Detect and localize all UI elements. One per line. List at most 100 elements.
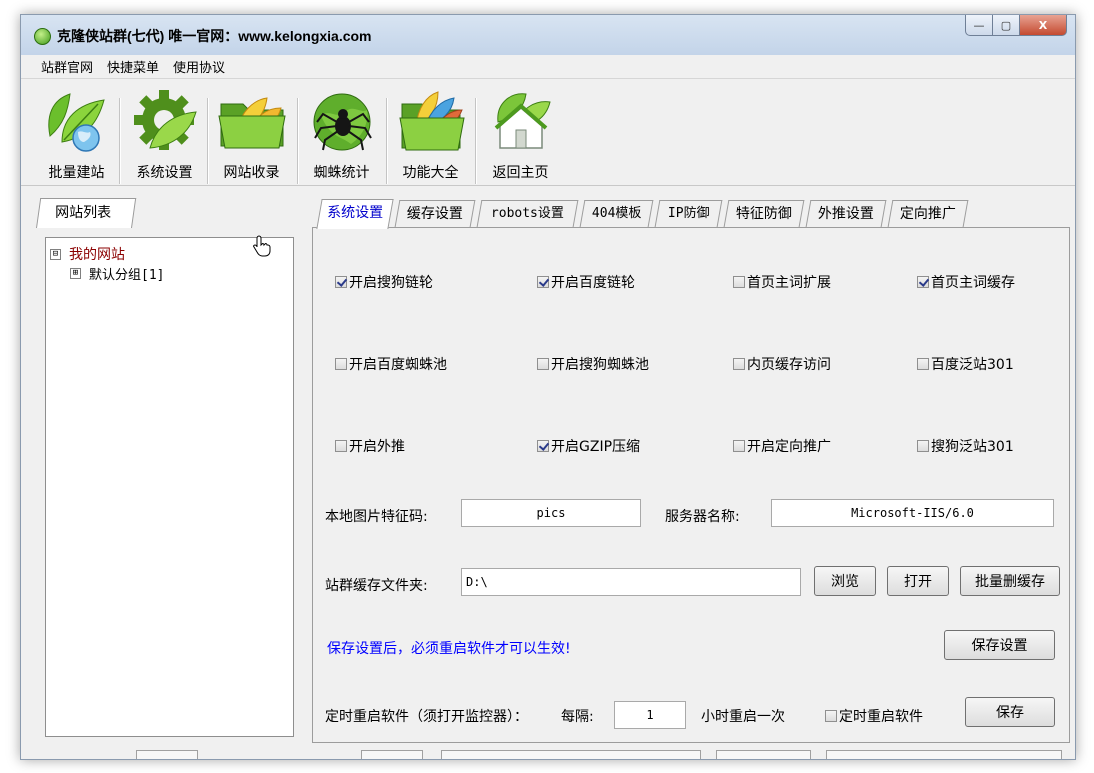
toolbar-label: 返回主页: [492, 165, 549, 181]
checkbox-box[interactable]: [335, 276, 347, 288]
status-bar: [21, 747, 1075, 759]
tab-label: 缓存设置: [406, 206, 463, 222]
expand-icon[interactable]: ⊞: [70, 268, 81, 279]
restart-unit-label: 小时重启一次: [701, 709, 785, 725]
checkbox-label: 开启外推: [349, 439, 405, 455]
open-button[interactable]: 打开: [887, 566, 949, 596]
browse-button[interactable]: 浏览: [814, 566, 876, 596]
restart-interval-input[interactable]: [614, 701, 686, 729]
tab-directed-promotion[interactable]: 定向推广: [887, 200, 969, 227]
tab-label: 404模板: [591, 206, 642, 221]
home-icon: [486, 86, 556, 156]
checkbox-box[interactable]: [537, 440, 549, 452]
scheduled-restart-label: 定时重启软件（须打开监控器）：: [325, 709, 528, 725]
toolbar-label: 蜘蛛统计: [313, 165, 370, 181]
tab-external-push[interactable]: 外推设置: [805, 200, 887, 227]
tab-404-template[interactable]: 404模板: [579, 200, 654, 227]
tab-ip-defense[interactable]: IP防御: [654, 200, 723, 227]
toolbar-separator: [386, 98, 388, 184]
tree-node-my-sites[interactable]: ⊟ 我的网站: [50, 244, 125, 264]
checkbox-box[interactable]: [733, 440, 745, 452]
checkbox-gzip[interactable]: 开启GZIP压缩: [537, 436, 640, 456]
main-window: 克隆侠站群(七代) 唯一官网：www.kelongxia.com — ▢ X 站…: [20, 14, 1076, 760]
title-bar[interactable]: 克隆侠站群(七代) 唯一官网：www.kelongxia.com — ▢ X: [21, 15, 1075, 55]
tab-label: 网站列表: [55, 205, 112, 221]
save-settings-button[interactable]: 保存设置: [944, 630, 1055, 660]
toolbar-all-functions-button[interactable]: 功能大全: [393, 86, 468, 181]
close-button[interactable]: X: [1020, 15, 1067, 36]
tab-label: IP防御: [667, 206, 710, 221]
status-field: [716, 750, 811, 759]
checkbox-box[interactable]: [733, 276, 745, 288]
collapse-icon[interactable]: ⊟: [50, 248, 61, 260]
checkbox-home-keyword-cache[interactable]: 首页主词缓存: [917, 272, 1015, 292]
tree-node-label: 我的网站: [69, 247, 125, 263]
hand-cursor-icon: [253, 235, 271, 257]
checkbox-sogou-link-wheel[interactable]: 开启搜狗链轮: [335, 272, 433, 292]
checkbox-box[interactable]: [733, 358, 745, 370]
image-code-input[interactable]: [461, 499, 641, 527]
checkbox-box[interactable]: [917, 440, 929, 452]
toolbar: 批量建站 系统设置 网站收录 蜘蛛统计 功能大全 返回主页: [21, 80, 1075, 186]
checkbox-baidu-wildcard-301[interactable]: 百度泛站301: [917, 354, 1014, 374]
toolbar-batch-build-button[interactable]: 批量建站: [39, 86, 114, 181]
save-button[interactable]: 保存: [965, 697, 1055, 727]
restart-notice: 保存设置后，必须重启软件才可以生效!: [327, 641, 571, 657]
checkbox-label: 开启百度链轮: [551, 275, 635, 291]
checkbox-directed-promotion[interactable]: 开启定向推广: [733, 436, 831, 456]
checkbox-box[interactable]: [825, 710, 837, 722]
tab-robots-settings[interactable]: robots设置: [476, 200, 579, 227]
cache-folder-input[interactable]: [461, 568, 801, 596]
checkbox-scheduled-restart[interactable]: 定时重启软件: [825, 706, 923, 726]
tab-feature-defense[interactable]: 特征防御: [723, 200, 805, 227]
app-icon: [34, 28, 51, 45]
toolbar-home-button[interactable]: 返回主页: [483, 86, 558, 181]
checkbox-external-push[interactable]: 开启外推: [335, 436, 405, 456]
server-name-label: 服务器名称:: [665, 509, 740, 525]
tree-node-default-group[interactable]: ⊞ 默认分组[1]: [70, 264, 164, 283]
status-field: [361, 750, 423, 759]
toolbar-system-settings-button[interactable]: 系统设置: [127, 86, 202, 181]
checkbox-label: 首页主词缓存: [931, 275, 1015, 291]
checkbox-label: 内页缓存访问: [747, 357, 831, 373]
checkbox-box[interactable]: [917, 358, 929, 370]
checkbox-box[interactable]: [335, 440, 347, 452]
checkbox-label: 定时重启软件: [839, 709, 923, 725]
window-title: 克隆侠站群(七代) 唯一官网：www.kelongxia.com: [57, 28, 372, 44]
batch-delete-cache-button[interactable]: 批量删缓存: [960, 566, 1060, 596]
tree-node-label: 默认分组[1]: [89, 268, 165, 283]
tab-system-settings[interactable]: 系统设置: [316, 199, 394, 229]
leaves-globe-icon: [42, 86, 112, 156]
checkbox-box[interactable]: [537, 358, 549, 370]
toolbar-separator: [207, 98, 209, 184]
checkbox-baidu-link-wheel[interactable]: 开启百度链轮: [537, 272, 635, 292]
checkbox-box[interactable]: [917, 276, 929, 288]
checkbox-sogou-wildcard-301[interactable]: 搜狗泛站301: [917, 436, 1014, 456]
checkbox-baidu-spider-pool[interactable]: 开启百度蜘蛛池: [335, 354, 447, 374]
menu-site-official[interactable]: 站群官网: [41, 57, 93, 76]
toolbar-spider-stats-button[interactable]: 蜘蛛统计: [304, 86, 379, 181]
checkbox-label: 开启搜狗链轮: [349, 275, 433, 291]
toolbar-site-index-button[interactable]: 网站收录: [214, 86, 289, 181]
toolbar-label: 网站收录: [223, 165, 280, 181]
menu-agreement[interactable]: 使用协议: [173, 57, 225, 76]
tab-site-list[interactable]: 网站列表: [36, 198, 137, 228]
server-name-input[interactable]: [771, 499, 1054, 527]
maximize-button[interactable]: ▢: [993, 15, 1020, 36]
tab-label: 系统设置: [327, 205, 384, 221]
tab-label: 定向推广: [899, 206, 956, 222]
checkbox-home-keyword-expand[interactable]: 首页主词扩展: [733, 272, 831, 292]
gear-leaf-icon: [130, 86, 200, 156]
checkbox-box[interactable]: [537, 276, 549, 288]
tab-cache-settings[interactable]: 缓存设置: [394, 200, 476, 227]
checkbox-box[interactable]: [335, 358, 347, 370]
status-field: [441, 750, 701, 759]
menu-quick[interactable]: 快捷菜单: [107, 57, 159, 76]
minimize-button[interactable]: —: [965, 15, 993, 36]
checkbox-label: 开启定向推广: [747, 439, 831, 455]
menu-bar: 站群官网 快捷菜单 使用协议: [21, 55, 1075, 79]
checkbox-inner-page-cache[interactable]: 内页缓存访问: [733, 354, 831, 374]
checkbox-sogou-spider-pool[interactable]: 开启搜狗蜘蛛池: [537, 354, 649, 374]
checkbox-label: 开启GZIP压缩: [551, 439, 641, 455]
tab-label: 特征防御: [735, 206, 792, 222]
